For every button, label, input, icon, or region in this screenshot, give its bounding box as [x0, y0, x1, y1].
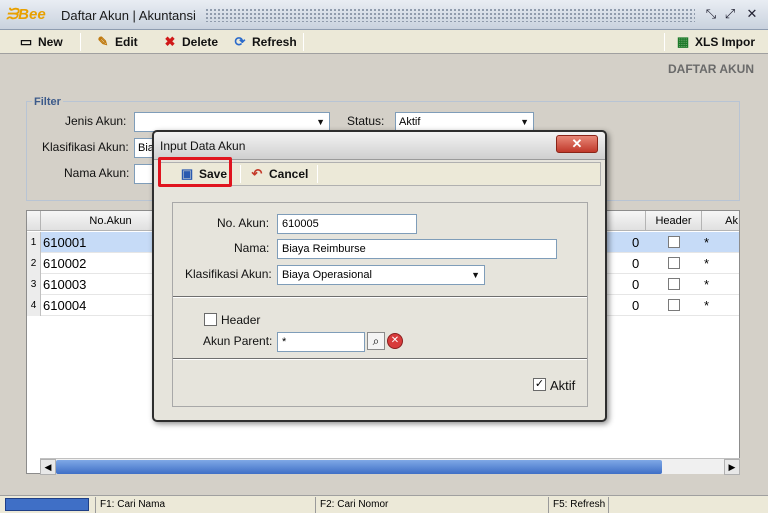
row-number: 2 [27, 253, 41, 274]
window-title: Daftar Akun | Akuntansi [61, 8, 196, 23]
column-header-header[interactable]: Header [646, 211, 702, 231]
no-akun-cell: 610001 [43, 235, 87, 250]
header-checkbox[interactable] [668, 257, 680, 269]
dialog-title: Input Data Akun [160, 139, 246, 153]
klasifikasi-akun-label: Klasifikasi Akun: [42, 140, 129, 154]
nama-value: Biaya Reimburse [282, 243, 366, 255]
klasifikasi-select[interactable]: Biaya Operasional [277, 265, 485, 285]
delete-button-label: Delete [182, 35, 219, 49]
klasifikasi-value: Biaya Operasional [282, 269, 372, 281]
pencil-icon: ✎ [97, 34, 109, 49]
edit-button-label: Edit [115, 35, 138, 49]
dialog-title-bar: Input Data Akun ✕ [154, 132, 605, 160]
akun-parent-value: * [282, 336, 287, 348]
toolbar-separator [664, 33, 665, 51]
save-highlight-box [158, 157, 232, 187]
clear-icon[interactable]: ✕ [387, 333, 403, 349]
row-number: 4 [27, 295, 41, 316]
header-checkbox[interactable] [204, 313, 217, 326]
akun-parent-input[interactable]: * [277, 332, 365, 352]
app-logo: ᙐBee [6, 6, 46, 23]
value-cell: 0 [632, 256, 640, 271]
header-checkbox[interactable] [668, 299, 680, 311]
toolbar-separator [240, 165, 241, 183]
filter-legend: Filter [32, 96, 63, 108]
status-f2: F2: Cari Nomor [315, 497, 548, 513]
toolbar-separator [80, 33, 81, 51]
toolbar-separator [303, 33, 304, 51]
status-bar: F1: Cari Nama F2: Cari Nomor F5: Refresh [0, 495, 768, 513]
window-title-bar: ᙐBee Daftar Akun | Akuntansi ⤡ ⤢ ✕ [0, 0, 768, 30]
xls-import-label: XLS Impor [695, 35, 756, 49]
status-empty [608, 497, 768, 513]
no-akun-input[interactable]: 610005 [277, 214, 417, 234]
header-checkbox[interactable] [668, 236, 680, 248]
no-akun-value: 610005 [282, 218, 319, 230]
search-icon[interactable]: ⌕ [367, 332, 385, 350]
new-button[interactable]: ▭ New [18, 32, 63, 52]
akun-parent-label: Akun Parent: [203, 334, 273, 348]
no-akun-cell: 610004 [43, 298, 87, 313]
dialog-form: No. Akun: 610005 Nama: Biaya Reimburse K… [172, 202, 588, 407]
value-cell: 0 [632, 277, 640, 292]
nama-akun-label: Nama Akun: [64, 166, 130, 180]
aktif-checkbox[interactable]: ✓ [533, 378, 546, 391]
edit-button[interactable]: ✎ Edit [95, 32, 138, 52]
delete-button[interactable]: ✖ Delete [162, 32, 218, 52]
main-toolbar: ▭ New ✎ Edit ✖ Delete ⟳ Refresh ▦ XLS Im… [0, 30, 768, 54]
aktif-cell: * [704, 256, 710, 271]
title-grip [205, 8, 695, 22]
toolbar-separator [317, 165, 318, 183]
xls-import-button[interactable]: ▦ XLS Impor [675, 32, 755, 52]
delete-x-icon: ✖ [164, 34, 176, 49]
jenis-akun-select[interactable] [134, 112, 330, 132]
refresh-button[interactable]: ⟳ Refresh [232, 32, 297, 52]
cancel-button-label: Cancel [269, 167, 309, 181]
no-akun-cell: 610003 [43, 277, 87, 292]
row-number: 1 [27, 232, 41, 253]
divider [173, 358, 587, 360]
aktif-cell: * [704, 298, 710, 313]
horizontal-scrollbar[interactable]: ◀ ▶ [40, 458, 740, 475]
row-number: 3 [27, 274, 41, 295]
grid-corner [27, 211, 41, 231]
new-document-icon: ▭ [19, 34, 33, 49]
status-label: Status: [347, 114, 385, 128]
column-header-aktif[interactable]: Ak [702, 211, 739, 231]
status-f5: F5: Refresh [548, 497, 608, 513]
klasifikasi-label: Klasifikasi Akun: [185, 267, 272, 281]
cancel-button[interactable]: ↶ Cancel [249, 164, 309, 184]
status-progress [5, 498, 89, 511]
close-icon[interactable]: ✕ [744, 6, 760, 22]
restore-icon[interactable]: ⤡ [703, 6, 719, 22]
page-heading: DAFTAR AKUN [668, 62, 754, 76]
scroll-thumb[interactable] [56, 460, 662, 474]
status-value: Aktif [399, 116, 421, 128]
jenis-akun-label: Jenis Akun: [65, 114, 127, 128]
header-label: Header [221, 313, 261, 327]
divider [173, 296, 587, 298]
nama-label: Nama: [234, 241, 270, 255]
scroll-left-icon[interactable]: ◀ [40, 459, 56, 475]
header-checkbox[interactable] [668, 278, 680, 290]
refresh-button-label: Refresh [252, 35, 297, 49]
undo-arrow-icon: ↶ [251, 166, 263, 181]
value-cell: 0 [632, 235, 640, 250]
scroll-right-icon[interactable]: ▶ [724, 459, 740, 475]
aktif-cell: * [704, 235, 710, 250]
status-f1: F1: Cari Nama [95, 497, 315, 513]
refresh-icon: ⟳ [234, 34, 246, 49]
aktif-label: Aktif [550, 378, 576, 393]
nama-input[interactable]: Biaya Reimburse [277, 239, 557, 259]
status-select[interactable]: Aktif [395, 112, 534, 132]
no-akun-cell: 610002 [43, 256, 87, 271]
excel-icon: ▦ [676, 34, 690, 49]
value-cell: 0 [632, 298, 640, 313]
dialog-close-button[interactable]: ✕ [556, 135, 598, 153]
no-akun-label: No. Akun: [217, 216, 270, 230]
new-button-label: New [38, 35, 63, 49]
maximize-icon[interactable]: ⤢ [722, 6, 738, 22]
aktif-cell: * [704, 277, 710, 292]
